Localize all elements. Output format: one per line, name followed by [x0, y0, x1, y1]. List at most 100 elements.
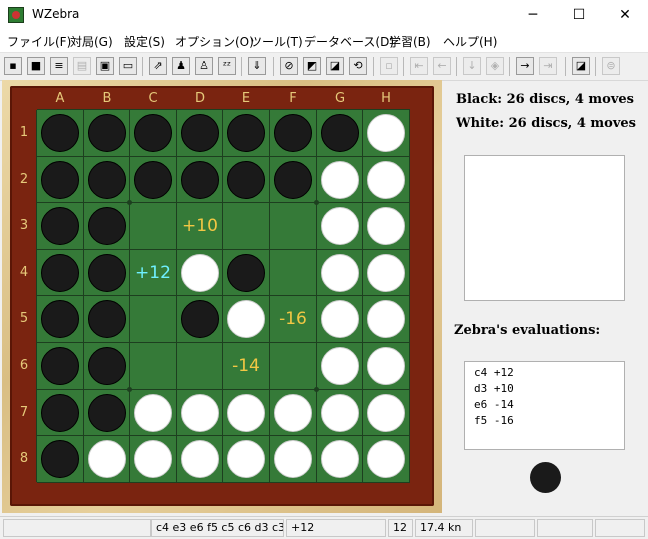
board-square-c8[interactable] [130, 436, 176, 482]
board-square-d4[interactable] [177, 250, 223, 296]
board-square-b8[interactable] [84, 436, 130, 482]
stop-icon[interactable]: ⊘ [280, 57, 298, 75]
menu-tools[interactable]: ツール(T) [250, 33, 303, 50]
close-button[interactable]: ✕ [602, 0, 648, 30]
board-square-e2[interactable] [223, 157, 269, 203]
board-square-c1[interactable] [130, 110, 176, 156]
board-square-h2[interactable] [363, 157, 409, 203]
board-square-g1[interactable] [317, 110, 363, 156]
rotate-icon[interactable]: ⟲ [349, 57, 367, 75]
swap-colors-icon[interactable]: ◪ [572, 57, 590, 75]
board-square-h3[interactable] [363, 203, 409, 249]
board-square-e8[interactable] [223, 436, 269, 482]
board-square-a3[interactable] [37, 203, 83, 249]
evaluations-list[interactable]: c4 +12 d3 +10 e6 -14 f5 -16 [464, 361, 625, 450]
export-icon[interactable]: ⇗ [149, 57, 167, 75]
board-square-h5[interactable] [363, 296, 409, 342]
minimize-button[interactable]: ─ [510, 0, 556, 30]
board-square-e3[interactable] [223, 203, 269, 249]
board-edit-icon[interactable]: ◪ [326, 57, 344, 75]
menu-options[interactable]: オプション(O) [175, 33, 254, 50]
board-square-f4[interactable] [270, 250, 316, 296]
board-square-d1[interactable] [177, 110, 223, 156]
board-square-a5[interactable] [37, 296, 83, 342]
board-square-a4[interactable] [37, 250, 83, 296]
board-square-g7[interactable] [317, 390, 363, 436]
board-square-a1[interactable] [37, 110, 83, 156]
open-folder-icon[interactable]: ▭ [119, 57, 137, 75]
othello-board[interactable]: +10 +12 -16 -14 [36, 109, 410, 483]
board-square-c7[interactable] [130, 390, 176, 436]
board-square-c6[interactable] [130, 343, 176, 389]
board-square-c3[interactable] [130, 203, 176, 249]
board-square-h7[interactable] [363, 390, 409, 436]
board-square-f8[interactable] [270, 436, 316, 482]
board-setup-icon[interactable]: ◩ [303, 57, 321, 75]
maximize-button[interactable]: ☐ [556, 0, 602, 30]
print-icon[interactable]: ▤ [73, 57, 91, 75]
move-list-panel[interactable] [464, 155, 625, 301]
book-red-icon[interactable]: ■ [27, 57, 45, 75]
board-square-a6[interactable] [37, 343, 83, 389]
board-square-e7[interactable] [223, 390, 269, 436]
coins-icon[interactable]: ⊜ [602, 57, 620, 75]
menu-database[interactable]: データベース(D) [304, 33, 394, 50]
board-square-g3[interactable] [317, 203, 363, 249]
board-square-h6[interactable] [363, 343, 409, 389]
forward-icon[interactable]: → [516, 57, 534, 75]
board-square-d7[interactable] [177, 390, 223, 436]
move-evaluation-hint[interactable]: +10 [177, 203, 223, 249]
move-evaluation-hint[interactable]: -14 [223, 343, 269, 389]
books-icon[interactable]: ≡ [50, 57, 68, 75]
board-square-d5[interactable] [177, 296, 223, 342]
player-white-icon[interactable]: ♙ [195, 57, 213, 75]
menu-game[interactable]: 対局(G) [70, 33, 113, 50]
board-square-e4[interactable] [223, 250, 269, 296]
board-square-e5[interactable] [223, 296, 269, 342]
board-square-a2[interactable] [37, 157, 83, 203]
zz-icon[interactable]: ᶻᶻ [218, 57, 236, 75]
back-icon[interactable]: ← [433, 57, 451, 75]
menu-help[interactable]: ヘルプ(H) [443, 33, 497, 50]
board-square-b7[interactable] [84, 390, 130, 436]
board-square-c5[interactable] [130, 296, 176, 342]
board-square-f2[interactable] [270, 157, 316, 203]
board-square-b2[interactable] [84, 157, 130, 203]
board-square-a7[interactable] [37, 390, 83, 436]
board-square-b1[interactable] [84, 110, 130, 156]
move-evaluation-hint[interactable]: -16 [270, 296, 316, 342]
last-move-icon[interactable]: ⇥ [539, 57, 557, 75]
board-square-f7[interactable] [270, 390, 316, 436]
download-icon[interactable]: ⇓ [248, 57, 266, 75]
save-icon[interactable]: ▣ [96, 57, 114, 75]
analyze-icon[interactable]: ▫ [380, 57, 398, 75]
board-square-f3[interactable] [270, 203, 316, 249]
board-square-h8[interactable] [363, 436, 409, 482]
board-square-f6[interactable] [270, 343, 316, 389]
board-square-g4[interactable] [317, 250, 363, 296]
menu-file[interactable]: ファイル(F) [7, 33, 71, 50]
board-square-b6[interactable] [84, 343, 130, 389]
board-square-d8[interactable] [177, 436, 223, 482]
board-square-c2[interactable] [130, 157, 176, 203]
hint-icon[interactable]: ◈ [486, 57, 504, 75]
board-square-g5[interactable] [317, 296, 363, 342]
board-square-a8[interactable] [37, 436, 83, 482]
undo-icon[interactable]: ↓ [463, 57, 481, 75]
new-game-icon[interactable]: ▪ [4, 57, 22, 75]
menu-settings[interactable]: 設定(S) [124, 33, 165, 50]
board-square-e1[interactable] [223, 110, 269, 156]
board-square-f1[interactable] [270, 110, 316, 156]
board-square-g2[interactable] [317, 157, 363, 203]
board-square-d2[interactable] [177, 157, 223, 203]
board-square-b5[interactable] [84, 296, 130, 342]
board-square-h4[interactable] [363, 250, 409, 296]
board-square-b4[interactable] [84, 250, 130, 296]
board-square-g8[interactable] [317, 436, 363, 482]
board-square-g6[interactable] [317, 343, 363, 389]
move-evaluation-hint[interactable]: +12 [130, 250, 176, 296]
player-black-icon[interactable]: ♟ [172, 57, 190, 75]
first-move-icon[interactable]: ⇤ [410, 57, 428, 75]
board-square-d6[interactable] [177, 343, 223, 389]
board-square-b3[interactable] [84, 203, 130, 249]
